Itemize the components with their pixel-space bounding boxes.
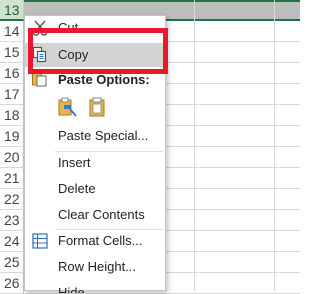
row-height-label: Row Height... [58,259,137,274]
row-header-17[interactable]: 17 [0,84,24,105]
clear-contents-label: Clear Contents [58,207,145,222]
menu-item-cut[interactable]: Cut [25,16,165,40]
row-header-23[interactable]: 23 [0,210,24,231]
paste-special-label: Paste Special... [58,128,149,143]
paste-icon [31,70,49,88]
delete-label: Delete [58,181,96,196]
scissors-icon [31,19,49,37]
row-header-16[interactable]: 16 [0,63,24,84]
format-cells-label: Format Cells... [58,233,143,248]
row-header-15[interactable]: 15 [0,42,24,63]
paste-options-label: Paste Options: [58,72,150,87]
menu-item-copy[interactable]: Copy [25,43,165,67]
paste-brush-icon [57,97,79,122]
row-header-24[interactable]: 24 [0,231,24,252]
row-header-20[interactable]: 20 [0,147,24,168]
row-header-22[interactable]: 22 [0,189,24,210]
hide-label: Hide [58,285,85,293]
copy-label: Copy [58,47,89,62]
column-divider [194,0,195,291]
menu-item-row-height[interactable]: Row Height... [25,255,165,279]
menu-item-insert[interactable]: Insert [25,151,165,175]
insert-label: Insert [58,155,91,170]
row-header-18[interactable]: 18 [0,105,24,126]
row-header-14[interactable]: 14 [0,21,24,42]
paste-values-button[interactable] [87,96,109,118]
menu-item-clear-contents[interactable]: Clear Contents [25,203,165,227]
row-header-21[interactable]: 21 [0,168,24,189]
context-menu: Cut Copy Paste Options: Paste Special...… [24,15,166,293]
paste-formatting-button[interactable] [57,96,79,118]
menu-item-hide[interactable]: Hide [25,281,165,293]
clipboard-icon [87,97,109,122]
copy-icon [31,46,49,64]
cut-label: Cut [58,20,79,35]
format-cells-icon [31,232,49,250]
column-divider [274,0,275,291]
row-header-19[interactable]: 19 [0,126,24,147]
row-headers: 13 14 15 16 17 18 19 20 21 22 23 24 25 2… [0,0,24,294]
row-header-25[interactable]: 25 [0,252,24,273]
row-header-13[interactable]: 13 [0,0,24,21]
menu-item-format-cells[interactable]: Format Cells... [25,229,165,253]
menu-item-delete[interactable]: Delete [25,177,165,201]
menu-item-paste-special[interactable]: Paste Special... [25,124,165,148]
